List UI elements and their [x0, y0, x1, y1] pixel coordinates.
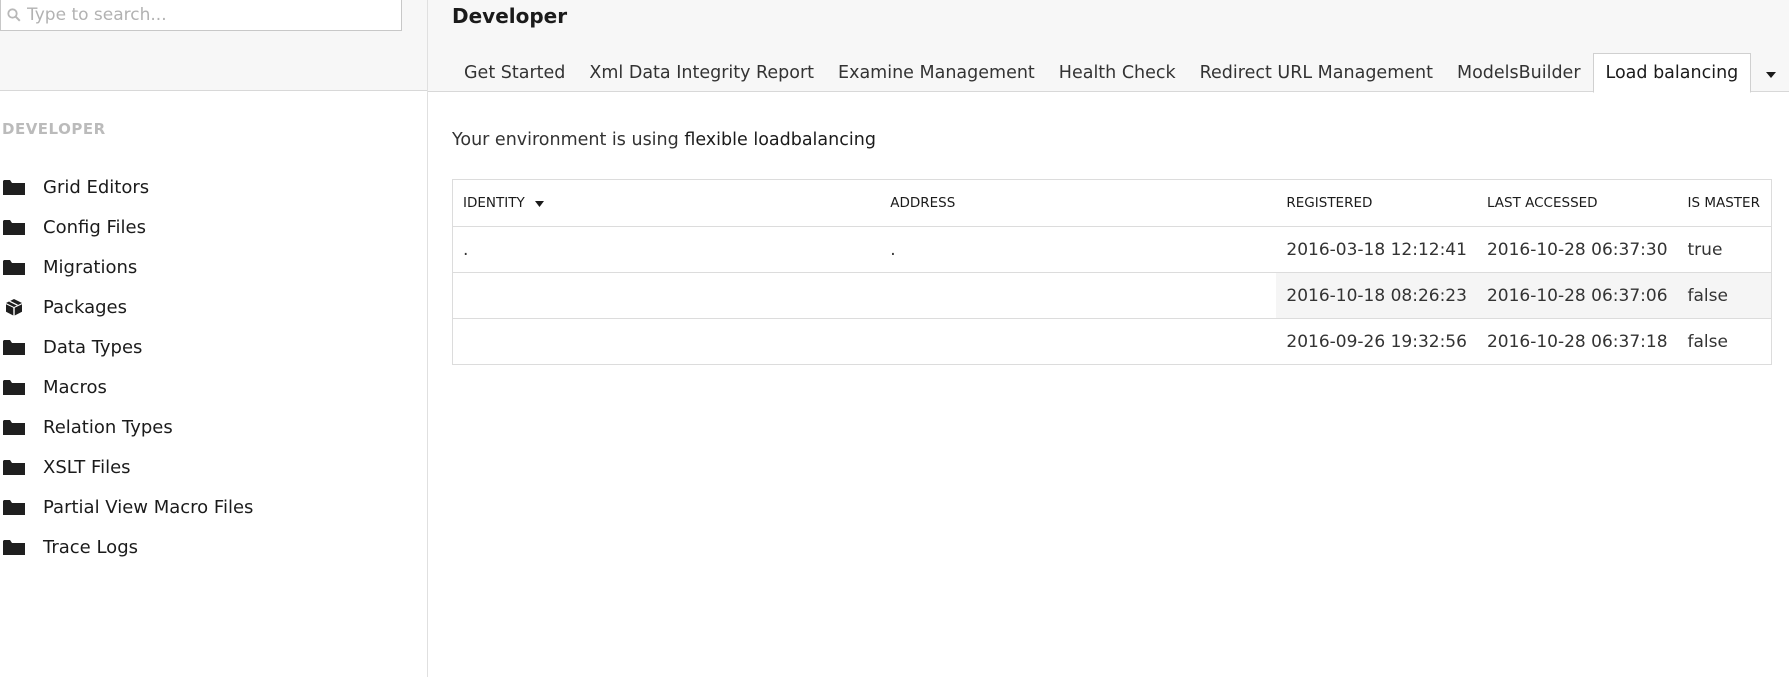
tree-item-config-files[interactable]: Config Files [0, 207, 427, 247]
cell-identity [452, 272, 881, 319]
tree-item-macros[interactable]: Macros [0, 367, 427, 407]
sidebar-section-title: DEVELOPER [2, 120, 106, 138]
tree-item-relation-types[interactable]: Relation Types [0, 407, 427, 447]
environment-status: Your environment is using flexible loadb… [452, 130, 1772, 150]
cell-address [880, 318, 1277, 365]
cell-address: . [880, 226, 1277, 273]
column-header-label: ADDRESS [890, 195, 956, 211]
tree-item-label: Data Types [43, 336, 143, 358]
sidebar: DEVELOPER Grid Editors Config Files Migr… [0, 0, 428, 677]
folder-icon [2, 499, 26, 515]
column-header-registered[interactable]: REGISTERED [1276, 179, 1477, 227]
page-title: Developer [452, 4, 568, 28]
tree-item-label: XSLT Files [43, 456, 131, 478]
tree-item-grid-editors[interactable]: Grid Editors [0, 167, 427, 207]
cell-last-accessed: 2016-10-28 06:37:30 [1476, 226, 1678, 273]
caret-down-icon [1766, 63, 1777, 82]
cell-is-master: false [1677, 272, 1772, 319]
search-icon [1, 1, 27, 30]
tree-item-label: Macros [43, 376, 107, 398]
folder-icon [2, 259, 26, 275]
table-row: . . 2016-03-18 12:12:41 2016-10-28 06:37… [452, 226, 1772, 273]
search-input[interactable] [27, 1, 387, 29]
column-header-is-master[interactable]: IS MASTER [1677, 179, 1772, 227]
cell-last-accessed: 2016-10-28 06:37:18 [1476, 318, 1678, 365]
main-panel: Developer Get Started Xml Data Integrity… [428, 0, 1789, 677]
tree-item-data-types[interactable]: Data Types [0, 327, 427, 367]
column-header-identity[interactable]: IDENTITY [452, 179, 881, 227]
column-header-label: REGISTERED [1286, 195, 1373, 211]
tree-item-packages[interactable]: Packages [0, 287, 427, 327]
cell-registered: 2016-10-18 08:26:23 [1276, 272, 1477, 319]
cell-registered: 2016-09-26 19:32:56 [1276, 318, 1477, 365]
sort-descending-icon [535, 195, 545, 211]
column-header-address[interactable]: ADDRESS [880, 179, 1277, 227]
tab-models-builder[interactable]: ModelsBuilder [1445, 53, 1593, 92]
environment-status-prefix: Your environment is using [452, 130, 679, 150]
tabs-more-button[interactable] [1751, 53, 1789, 92]
folder-icon [2, 379, 26, 395]
cell-is-master: false [1677, 318, 1772, 365]
tab-examine-management[interactable]: Examine Management [826, 53, 1047, 92]
servers-table: IDENTITY ADDRESS REGISTERED LAST ACCESSE… [452, 179, 1772, 365]
table-row: 2016-09-26 19:32:56 2016-10-28 06:37:18 … [452, 318, 1772, 365]
column-header-label: IDENTITY [463, 195, 525, 211]
cell-registered: 2016-03-18 12:12:41 [1276, 226, 1477, 273]
tab-get-started[interactable]: Get Started [452, 53, 577, 92]
folder-icon [2, 419, 26, 435]
tree-item-label: Packages [43, 296, 127, 318]
tree-item-label: Migrations [43, 256, 138, 278]
tree-item-migrations[interactable]: Migrations [0, 247, 427, 287]
tab-xml-data-integrity-report[interactable]: Xml Data Integrity Report [577, 53, 826, 92]
column-header-label: IS MASTER [1687, 195, 1760, 211]
cell-last-accessed: 2016-10-28 06:37:06 [1476, 272, 1678, 319]
tab-redirect-url-management[interactable]: Redirect URL Management [1188, 53, 1445, 92]
table-header-row: IDENTITY ADDRESS REGISTERED LAST ACCESSE… [452, 179, 1772, 227]
tree-item-label: Config Files [43, 216, 146, 238]
tree-item-label: Relation Types [43, 416, 173, 438]
tree-item-label: Trace Logs [43, 536, 139, 558]
tree-item-trace-logs[interactable]: Trace Logs [0, 527, 427, 567]
folder-icon [2, 459, 26, 475]
developer-tree: Grid Editors Config Files Migrations Pac… [0, 167, 427, 567]
cell-is-master: true [1677, 226, 1772, 273]
tab-bar: Get Started Xml Data Integrity Report Ex… [452, 53, 1789, 93]
load-balancing-content: Your environment is using flexible loadb… [452, 92, 1772, 365]
column-header-last-accessed[interactable]: LAST ACCESSED [1476, 179, 1678, 227]
main-header: Developer Get Started Xml Data Integrity… [428, 0, 1789, 93]
package-icon [2, 298, 26, 316]
tab-load-balancing[interactable]: Load balancing [1592, 53, 1752, 93]
column-header-label: LAST ACCESSED [1486, 195, 1598, 211]
sidebar-search-area [0, 0, 427, 91]
folder-icon [2, 539, 26, 555]
cell-identity: . [452, 226, 881, 273]
table-row: 2016-10-18 08:26:23 2016-10-28 06:37:06 … [452, 272, 1772, 319]
tree-item-label: Grid Editors [43, 176, 150, 198]
search-box[interactable] [0, 0, 402, 31]
tree-item-xslt-files[interactable]: XSLT Files [0, 447, 427, 487]
tab-health-check[interactable]: Health Check [1047, 53, 1188, 92]
folder-icon [2, 219, 26, 235]
environment-mode: flexible loadbalancing [684, 130, 876, 150]
folder-icon [2, 339, 26, 355]
tree-item-partial-view-macro-files[interactable]: Partial View Macro Files [0, 487, 427, 527]
tree-item-label: Partial View Macro Files [43, 496, 254, 518]
cell-identity [452, 318, 881, 365]
folder-icon [2, 179, 26, 195]
cell-address [880, 272, 1277, 319]
